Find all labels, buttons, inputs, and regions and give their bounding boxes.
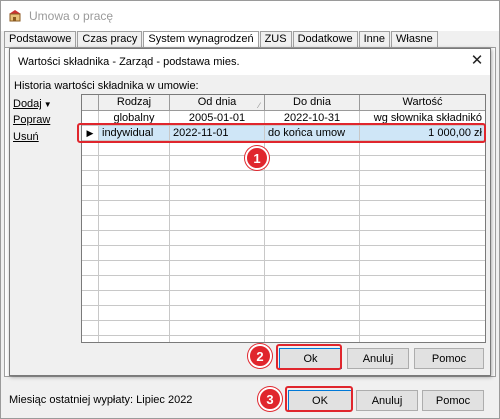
app-icon <box>9 10 21 22</box>
values-dialog: Wartości składnika - Zarząd - podstawa m… <box>9 48 491 376</box>
main-help-button[interactable]: Pomoc <box>422 390 484 411</box>
highlight-selected-row <box>77 123 486 143</box>
window-title: Umowa o pracę <box>29 9 114 23</box>
grid-line <box>82 320 485 321</box>
grid-line <box>82 245 485 246</box>
grid-vline <box>359 111 360 342</box>
tab-wlasne[interactable]: Własne <box>391 31 438 48</box>
column-header-od-dnia-label: Od dnia <box>197 96 237 108</box>
tab-strip: Podstawowe Czas pracy System wynagrodzeń… <box>4 31 439 49</box>
row-indicator-header <box>82 95 99 111</box>
highlight-dialog-ok <box>276 344 342 370</box>
title-bar: Umowa o pracę <box>1 1 499 31</box>
grid-line <box>82 275 485 276</box>
history-label: Historia wartości składnika w umowie: <box>14 80 199 92</box>
dialog-cancel-button[interactable]: Anuluj <box>347 348 409 369</box>
grid-vline <box>264 111 265 342</box>
grid-line <box>82 335 485 336</box>
step-badge-2: 2 <box>248 344 272 368</box>
close-icon[interactable]: ✕ <box>468 52 486 70</box>
column-header-od-dnia[interactable]: Od dnia ∕ <box>170 95 265 111</box>
edit-link[interactable]: Popraw <box>13 114 50 126</box>
grid-line <box>82 260 485 261</box>
dialog-help-button[interactable]: Pomoc <box>414 348 484 369</box>
status-text: Miesiąc ostatniej wypłaty: Lipiec 2022 <box>9 394 193 406</box>
step-badge-3: 3 <box>258 387 282 411</box>
tab-zus[interactable]: ZUS <box>259 31 292 48</box>
grid-line <box>82 305 485 306</box>
add-link[interactable]: Dodaj ▼ <box>13 98 52 110</box>
grid-vline <box>169 111 170 342</box>
grid-line <box>82 215 485 216</box>
grid-line <box>82 290 485 291</box>
grid-line <box>82 170 485 171</box>
dialog-title: Wartości składnika - Zarząd - podstawa m… <box>18 56 240 68</box>
tab-dodatkowe[interactable]: Dodatkowe <box>292 31 358 48</box>
delete-link[interactable]: Usuń <box>13 131 39 143</box>
add-link-label: Dodaj <box>13 98 42 110</box>
dropdown-arrow-icon: ▼ <box>43 100 52 109</box>
highlight-main-ok <box>285 386 353 412</box>
tab-czas-pracy[interactable]: Czas pracy <box>77 31 143 48</box>
grid-line <box>82 185 485 186</box>
tab-inne[interactable]: Inne <box>358 31 391 48</box>
grid-line <box>82 155 485 156</box>
step-badge-1: 1 <box>245 146 269 170</box>
tab-podstawowe[interactable]: Podstawowe <box>4 31 77 48</box>
column-header-do-dnia[interactable]: Do dnia <box>265 95 360 111</box>
dialog-title-bar: Wartości składnika - Zarząd - podstawa m… <box>10 49 490 75</box>
main-cancel-button[interactable]: Anuluj <box>356 390 418 411</box>
grid-line <box>82 230 485 231</box>
grid-line <box>82 200 485 201</box>
column-header-rodzaj[interactable]: Rodzaj <box>99 95 170 111</box>
grid-vline <box>98 111 99 342</box>
column-header-wartosc[interactable]: Wartość <box>360 95 485 111</box>
